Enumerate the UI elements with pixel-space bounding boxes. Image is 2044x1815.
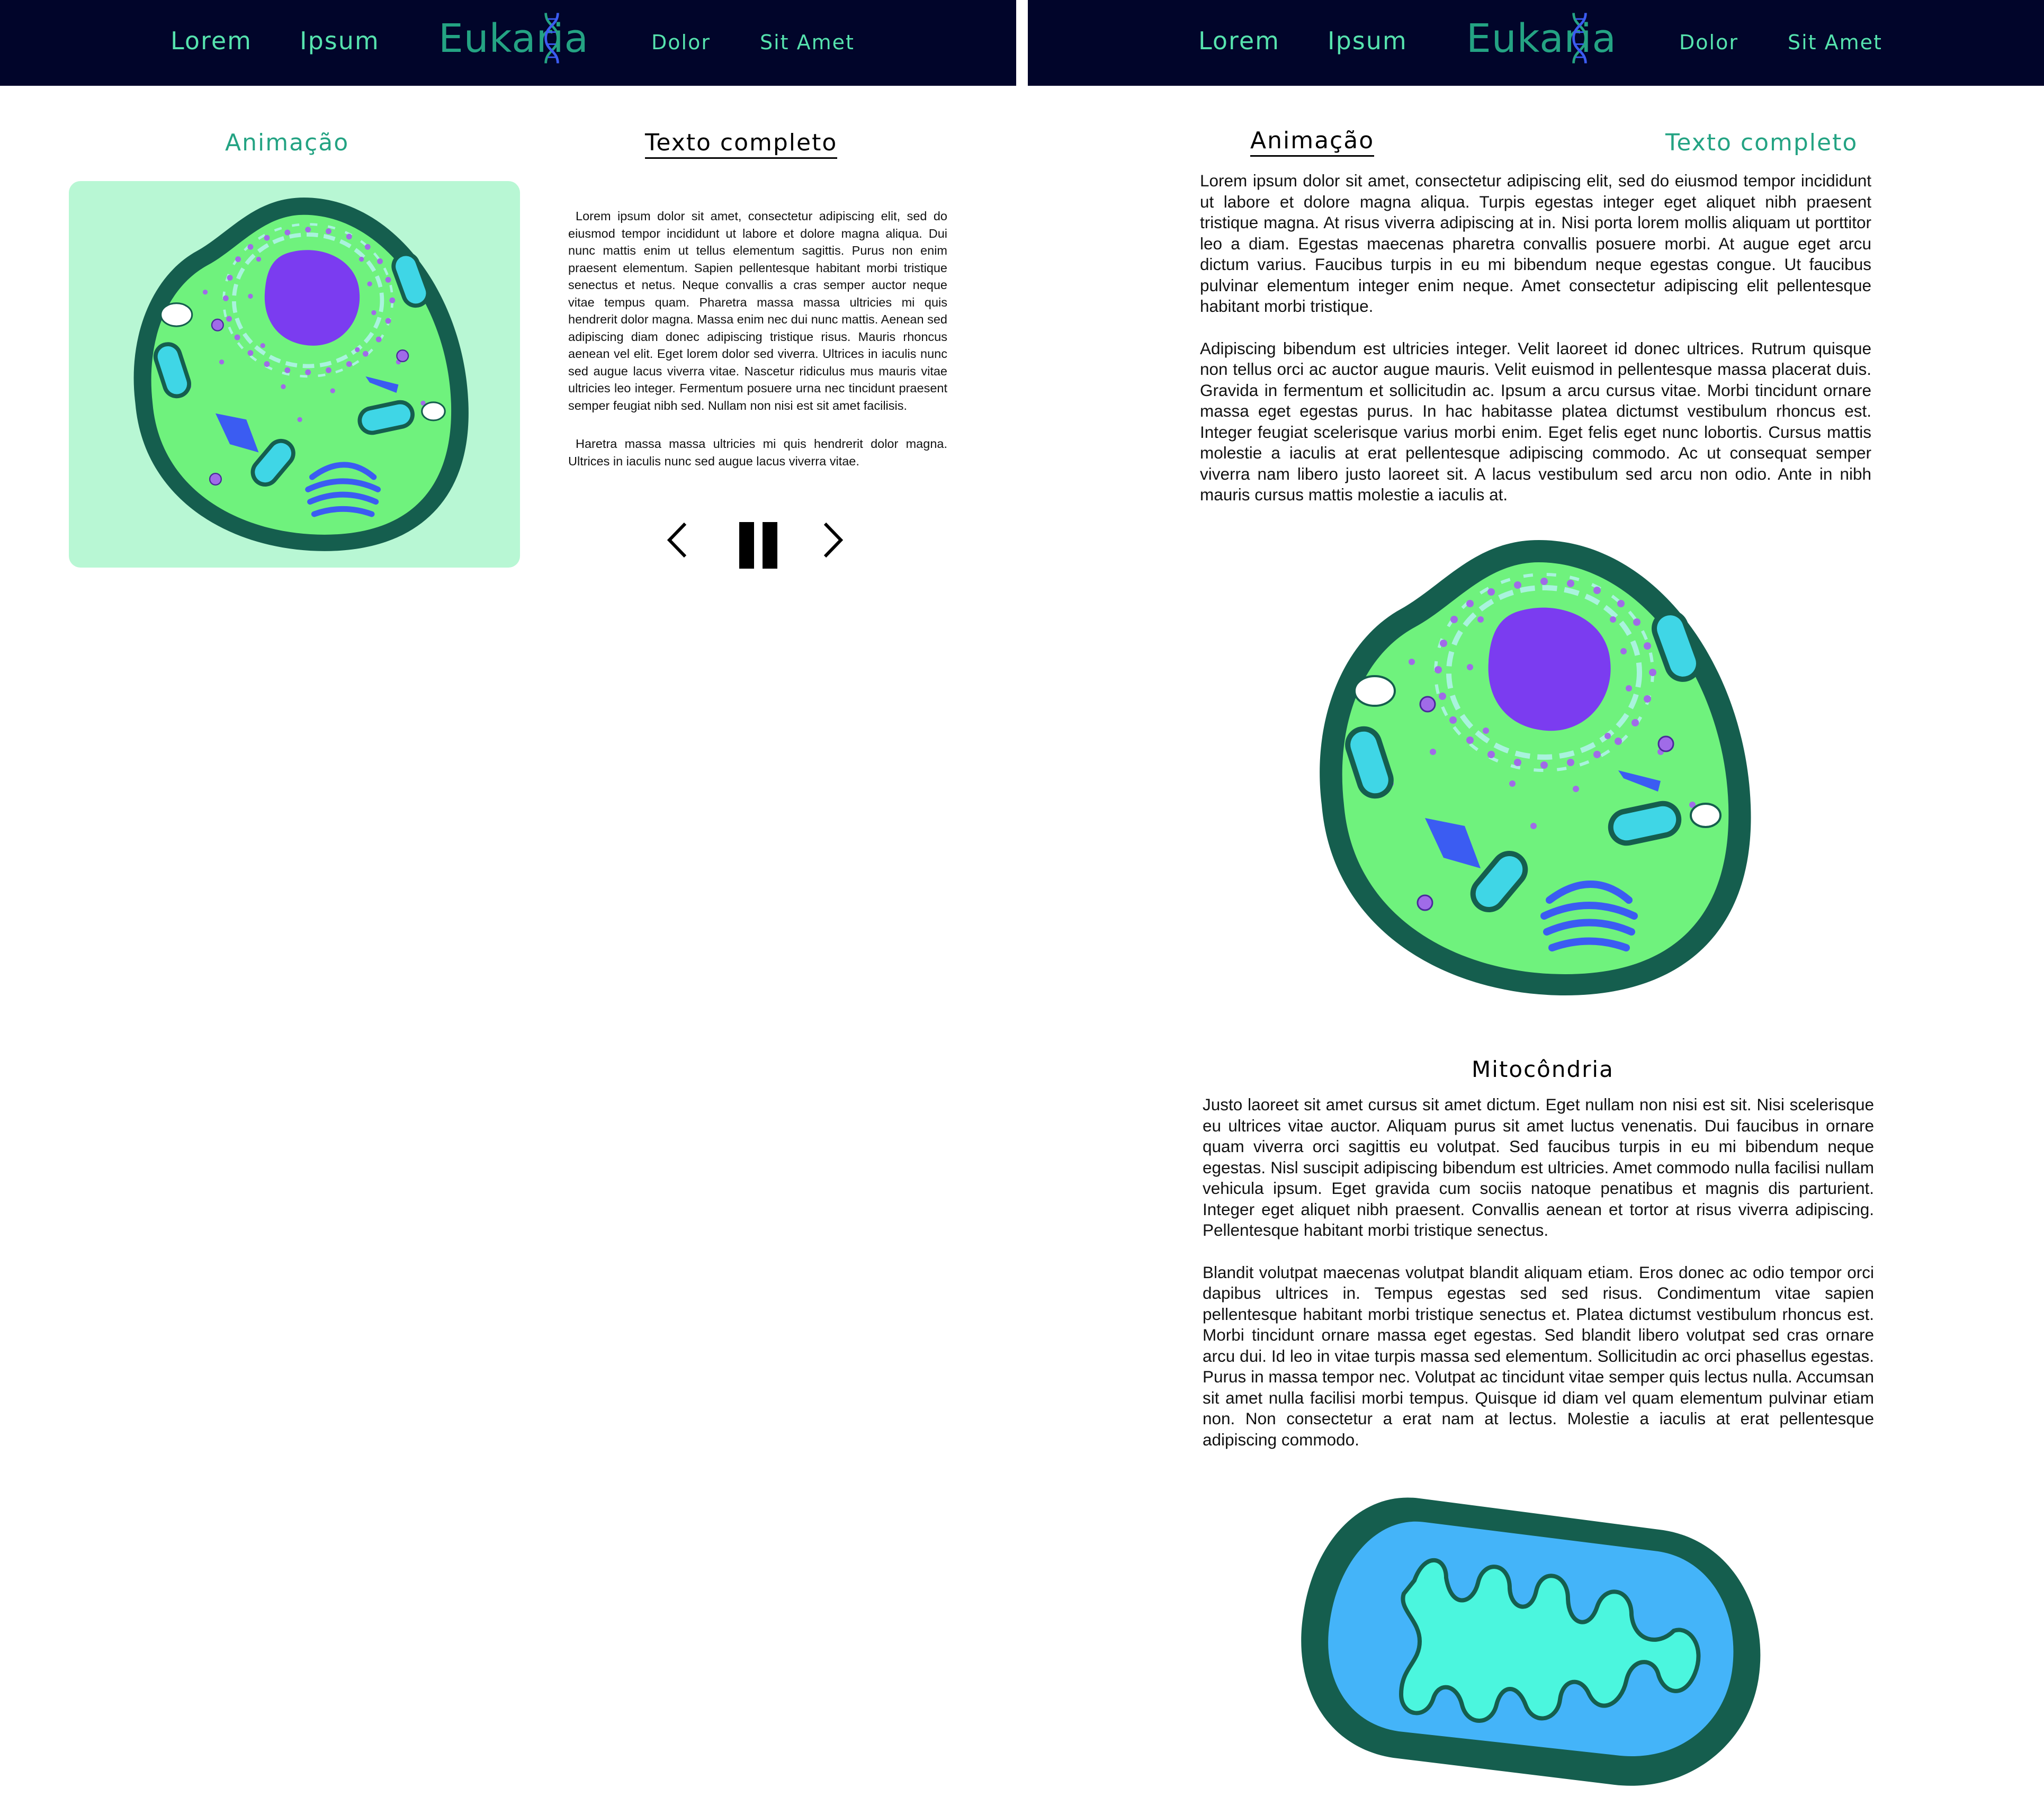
navbar: Lorem Ipsum Eukaria Dolor Sit Amet [0, 0, 1016, 86]
nav-link-dolor[interactable]: Dolor [1679, 31, 1738, 54]
section-title-mitochondria: Mitocôndria [1472, 1056, 1614, 1082]
animation-viewport [69, 181, 520, 568]
caption-paragraph: Haretra massa massa ultricies mi quis he… [568, 437, 947, 468]
tab-animation[interactable]: Animação [225, 129, 349, 156]
logo[interactable]: Eukaria [1466, 16, 1617, 61]
nav-link-ipsum[interactable]: Ipsum [1328, 26, 1408, 55]
caption-paragraph: Lorem ipsum dolor sit amet, consectetur … [568, 209, 947, 412]
chevron-left-icon[interactable] [666, 522, 688, 559]
eukaryotic-cell-illustration [1311, 527, 1761, 1009]
nav-link-ipsum[interactable]: Ipsum [300, 26, 380, 55]
chevron-right-icon[interactable] [822, 522, 844, 559]
dna-icon [1570, 12, 1590, 65]
pause-icon[interactable] [739, 522, 778, 569]
panel-full-text-view: Lorem Ipsum Eukaria Dolor Sit Amet Anima… [1028, 0, 2044, 1815]
logo[interactable]: Eukaria [438, 16, 589, 61]
navbar: Lorem Ipsum Eukaria Dolor Sit Amet [1028, 0, 2044, 86]
full-text-intro: Lorem ipsum dolor sit amet, consectetur … [1200, 170, 1871, 527]
nav-link-dolor[interactable]: Dolor [651, 31, 711, 54]
body-paragraph: Adipiscing bibendum est ultricies intege… [1200, 338, 1871, 505]
body-paragraph: Lorem ipsum dolor sit amet, consectetur … [1200, 171, 1871, 316]
tab-full-text[interactable]: Texto completo [645, 129, 838, 159]
body-paragraph: Blandit volutpat maecenas volutpat bland… [1203, 1262, 1874, 1449]
panel-animation-view: Lorem Ipsum Eukaria Dolor Sit Amet Anima… [0, 0, 1016, 1815]
nav-link-sit-amet[interactable]: Sit Amet [760, 31, 855, 54]
eukaryotic-cell-illustration [127, 189, 477, 560]
mitochondrion-illustration [1277, 1472, 1785, 1811]
nav-link-sit-amet[interactable]: Sit Amet [1788, 31, 1882, 54]
logo-text: Eukaria [1466, 16, 1617, 61]
nav-link-lorem[interactable]: Lorem [171, 26, 252, 55]
tab-animation[interactable]: Animação [1250, 127, 1375, 157]
logo-text: Eukaria [438, 16, 589, 61]
tab-full-text[interactable]: Texto completo [1665, 129, 1858, 156]
animation-caption: Lorem ipsum dolor sit amet, consectetur … [568, 208, 947, 491]
panel-divider [1016, 0, 1028, 1815]
dna-icon [542, 12, 562, 65]
nav-link-lorem[interactable]: Lorem [1198, 26, 1280, 55]
mitochondria-text: Justo laoreet sit amet cursus sit amet d… [1203, 1094, 1874, 1471]
body-paragraph: Justo laoreet sit amet cursus sit amet d… [1203, 1095, 1874, 1239]
